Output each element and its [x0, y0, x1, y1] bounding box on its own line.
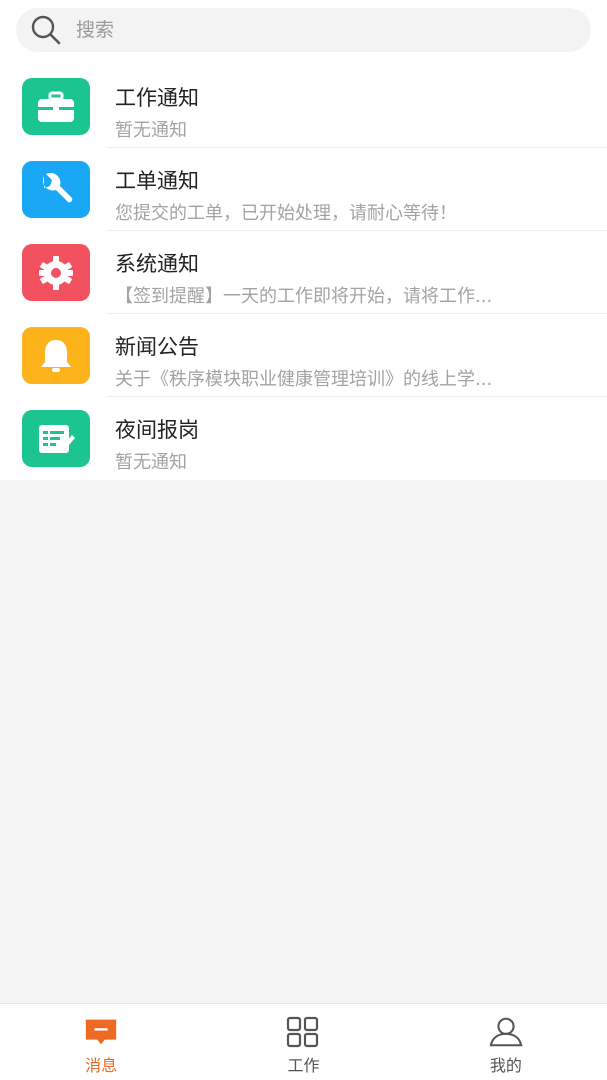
bell-icon — [22, 327, 90, 384]
tab-label: 我的 — [489, 1056, 522, 1075]
grid-icon — [285, 1016, 321, 1048]
notification-item-news[interactable]: 新闻公告 关于《秩序模块职业健康管理培训》的线上学... — [0, 314, 607, 397]
notification-list: 工作通知 暂无通知 工单通知 您提交的工单，已开始处理，请耐心等待！ 系统通知 … — [0, 65, 607, 480]
bottom-nav: 消息 工作 我的 — [0, 1003, 607, 1080]
notification-title: 工单通知 — [115, 169, 199, 193]
notification-title: 系统通知 — [115, 252, 199, 276]
notification-item-night-report[interactable]: 夜间报岗 暂无通知 — [0, 397, 607, 480]
messages-panel: 工作通知 暂无通知 工单通知 您提交的工单，已开始处理，请耐心等待！ — [0, 0, 607, 480]
notification-title: 夜间报岗 — [115, 418, 199, 442]
gear-icon — [22, 244, 90, 301]
message-icon — [83, 1016, 119, 1048]
wrench-icon — [22, 161, 90, 218]
report-form-icon — [22, 410, 90, 467]
tab-work[interactable]: 工作 — [202, 1004, 404, 1080]
notification-title: 新闻公告 — [115, 335, 199, 359]
user-icon — [488, 1016, 524, 1048]
notification-item-ticket[interactable]: 工单通知 您提交的工单，已开始处理，请耐心等待！ — [0, 148, 607, 231]
app-root: 工作通知 暂无通知 工单通知 您提交的工单，已开始处理，请耐心等待！ — [0, 0, 607, 1080]
notification-subtitle: 【签到提醒】一天的工作即将开始，请将工作... — [115, 286, 493, 307]
notification-subtitle: 暂无通知 — [115, 120, 187, 141]
tab-label: 消息 — [85, 1056, 118, 1075]
briefcase-icon — [22, 78, 90, 135]
search-bar[interactable] — [16, 8, 591, 52]
notification-item-work[interactable]: 工作通知 暂无通知 — [0, 65, 607, 148]
tab-label: 工作 — [287, 1056, 320, 1075]
tab-messages[interactable]: 消息 — [0, 1004, 202, 1080]
notification-title: 工作通知 — [115, 86, 199, 110]
notification-item-system[interactable]: 系统通知 【签到提醒】一天的工作即将开始，请将工作... — [0, 231, 607, 314]
notification-subtitle: 关于《秩序模块职业健康管理培训》的线上学... — [115, 369, 493, 390]
notification-subtitle: 您提交的工单，已开始处理，请耐心等待！ — [115, 203, 457, 224]
search-input[interactable] — [76, 19, 516, 41]
tab-profile[interactable]: 我的 — [405, 1004, 607, 1080]
notification-subtitle: 暂无通知 — [115, 452, 187, 473]
search-icon — [30, 14, 62, 46]
